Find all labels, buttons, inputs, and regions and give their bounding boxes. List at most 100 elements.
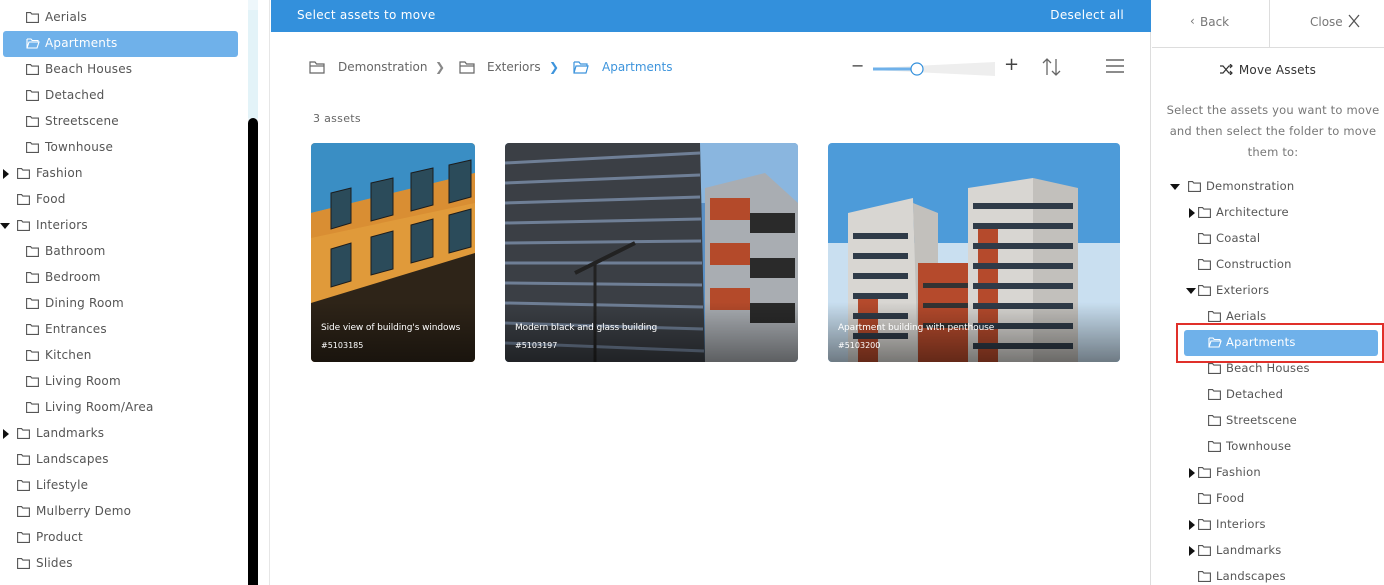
asset-id: #5103185 [321,341,364,350]
chevron-right-icon: ❯ [435,60,446,74]
sidebar-item-food[interactable]: Food [0,187,248,213]
back-label: Back [1200,15,1230,29]
destination-folder-streetscene[interactable]: Streetscene [1152,408,1352,434]
caret-right-icon[interactable] [1189,208,1195,218]
sidebar-item-label: Product [36,530,83,544]
asset-caption: Modern black and glass building [515,323,658,333]
destination-folder-landscapes[interactable]: Landscapes [1152,564,1352,585]
destination-folder-label: Landscapes [1216,569,1286,583]
destination-folder-landmarks[interactable]: Landmarks [1152,538,1352,564]
destination-folder-label: Interiors [1216,517,1266,531]
folder-icon [1198,233,1211,244]
sidebar-item-fashion[interactable]: Fashion [0,161,248,187]
folder-icon [26,12,39,23]
asset-caption: Side view of building's windows [321,323,461,333]
zoom-out-button[interactable]: − [851,58,864,76]
destination-folder-architecture[interactable]: Architecture [1152,200,1352,226]
close-icon [1348,14,1360,28]
sidebar-item-bathroom[interactable]: Bathroom [0,239,248,265]
panel-header: ‹ Back Close [1152,0,1384,48]
folder-icon [26,64,39,75]
folder-icon [1198,545,1211,556]
caret-right-icon[interactable] [3,429,9,439]
deselect-all-button[interactable]: Deselect all [1050,8,1124,22]
destination-folder-townhouse[interactable]: Townhouse [1152,434,1352,460]
folder-icon [17,480,30,491]
app-root: Aerials Apartments Beach Houses Detached Str… [0,0,1384,585]
sidebar-item-label: Bathroom [45,244,106,258]
destination-folder-demonstration[interactable]: Demonstration [1152,174,1352,200]
caret-right-icon[interactable] [1189,468,1195,478]
destination-folder-food[interactable]: Food [1152,486,1352,512]
sidebar-item-streetscene[interactable]: Streetscene [0,109,248,135]
sidebar-item-townhouse[interactable]: Townhouse [0,135,248,161]
asset-card[interactable]: Modern black and glass building #5103197 [505,143,798,362]
hamburger-menu-icon[interactable] [1106,58,1124,74]
caret-right-icon[interactable] [1189,546,1195,556]
folder-icon [459,60,475,74]
sidebar-item-lifestyle[interactable]: Lifestyle [0,473,248,499]
sidebar-item-product[interactable]: Product [0,525,248,551]
sidebar-item-entrances[interactable]: Entrances [0,317,248,343]
sidebar-item-living-room[interactable]: Living Room [0,369,248,395]
caret-down-icon[interactable] [0,223,10,229]
destination-folder-fashion[interactable]: Fashion [1152,460,1352,486]
caret-right-icon[interactable] [1189,520,1195,530]
folder-icon [1208,363,1221,374]
sidebar-scrollbar-thumb[interactable] [248,118,258,585]
sidebar-item-label: Aerials [45,10,87,24]
panel-help-text: Select the assets you want to move and t… [1162,100,1384,163]
move-assets-panel: ‹ Back Close Move Assets Select the asse… [1152,0,1384,585]
sidebar-item-detached[interactable]: Detached [0,83,248,109]
destination-folder-interiors[interactable]: Interiors [1152,512,1352,538]
zoom-slider[interactable] [873,61,995,76]
folder-icon [26,142,39,153]
folder-icon [26,298,39,309]
folder-icon [1198,571,1211,582]
asset-card[interactable]: Apartment building with penthouse #51032… [828,143,1120,362]
sidebar-item-label: Landscapes [36,452,109,466]
caret-down-icon[interactable] [1186,288,1196,294]
sort-icon[interactable] [1041,56,1063,78]
folder-icon [1198,467,1211,478]
sidebar-item-aerials[interactable]: Aerials [0,5,248,31]
folder-icon [26,246,39,257]
breadcrumb-label: Apartments [602,60,673,74]
breadcrumb-label: Demonstration [338,60,428,74]
sidebar-item-slides[interactable]: Slides [0,551,248,577]
destination-folder-label: Construction [1216,257,1292,271]
destination-folder-coastal[interactable]: Coastal [1152,226,1352,252]
destination-folder-label: Townhouse [1226,439,1292,453]
sidebar-item-interiors[interactable]: Interiors [0,213,248,239]
destination-folder-label: Fashion [1216,465,1261,479]
destination-folder-exteriors[interactable]: Exteriors [1152,278,1352,304]
folder-icon [26,90,39,101]
asset-card[interactable]: Side view of building's windows #5103185 [311,143,475,362]
sidebar-item-bedroom[interactable]: Bedroom [0,265,248,291]
destination-folder-construction[interactable]: Construction [1152,252,1352,278]
close-button[interactable]: Close [1270,0,1384,48]
sidebar-item-dining-room[interactable]: Dining Room [0,291,248,317]
sidebar-item-landmarks[interactable]: Landmarks [0,421,248,447]
sidebar-item-label: Landmarks [36,426,105,440]
destination-folder-label: Architecture [1216,205,1289,219]
zoom-in-button[interactable]: + [1004,56,1019,76]
sidebar-item-apartments[interactable]: Apartments [3,31,238,57]
sidebar-item-kitchen[interactable]: Kitchen [0,343,248,369]
sidebar-item-living-room-area[interactable]: Living Room/Area [0,395,248,421]
sidebar-item-label: Apartments [45,36,118,50]
destination-folder-detached[interactable]: Detached [1152,382,1352,408]
sidebar-item-label: Beach Houses [45,62,133,76]
breadcrumb-label: Exteriors [487,60,541,74]
sidebar-item-beach-houses[interactable]: Beach Houses [0,57,248,83]
back-button[interactable]: ‹ Back [1152,0,1270,48]
sidebar-item-landscapes[interactable]: Landscapes [0,447,248,473]
caret-down-icon[interactable] [1170,184,1180,190]
folder-icon [17,194,30,205]
selection-bar-title: Select assets to move [297,8,436,22]
chevron-right-icon: ❯ [549,60,560,74]
caret-right-icon[interactable] [3,169,9,179]
sidebar-item-mulberry-demo[interactable]: Mulberry Demo [0,499,248,525]
folder-icon [17,454,30,465]
folder-icon [17,428,30,439]
